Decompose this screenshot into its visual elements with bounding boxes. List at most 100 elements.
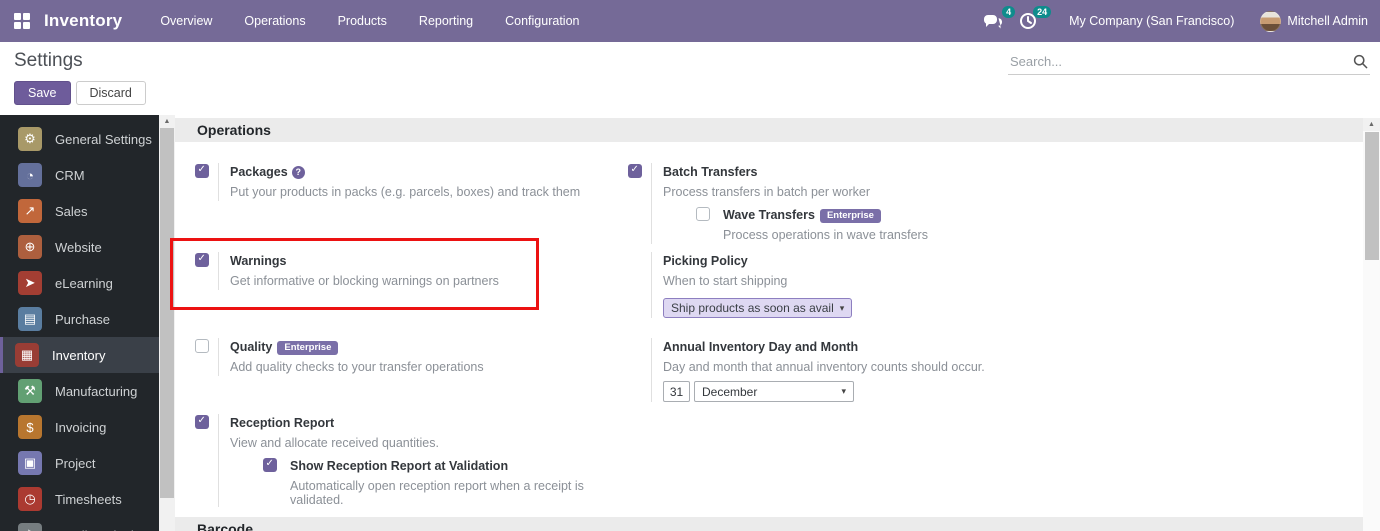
- sidebar-scrollbar[interactable]: ▲: [159, 115, 175, 531]
- sidebar-item-general-settings[interactable]: ⚙ General Settings: [0, 121, 159, 157]
- wave-transfers-desc: Process operations in wave transfers: [723, 228, 928, 242]
- globe-icon: ⊕: [18, 235, 42, 259]
- setting-picking-policy: Picking Policy When to start shipping Sh…: [628, 252, 1380, 318]
- scroll-up-icon[interactable]: ▲: [1363, 118, 1380, 131]
- sales-chart-icon: ↗: [18, 199, 42, 223]
- reception-report-label[interactable]: Reception Report: [230, 416, 334, 430]
- sidebar-item-purchase[interactable]: ▤ Purchase: [0, 301, 159, 337]
- main-scrollbar[interactable]: ▲: [1363, 118, 1380, 531]
- show-reception-report-desc: Automatically open reception report when…: [290, 479, 584, 507]
- sidebar-scroll-thumb[interactable]: [160, 128, 174, 498]
- picking-policy-select[interactable]: Ship products as soon as avail ▾: [663, 298, 853, 318]
- company-menu[interactable]: My Company (San Francisco): [1069, 14, 1234, 28]
- nav-menu: Overview Operations Products Reporting C…: [148, 8, 591, 34]
- enterprise-badge: Enterprise: [819, 208, 881, 223]
- picking-policy-label: Picking Policy: [663, 254, 748, 268]
- batch-transfers-label[interactable]: Batch Transfers: [663, 165, 757, 179]
- sidebar-item-sales[interactable]: ↗ Sales: [0, 193, 159, 229]
- sidebar-item-crm[interactable]: ◔ CRM: [0, 157, 159, 193]
- warnings-label[interactable]: Warnings: [230, 254, 286, 268]
- sidebar-item-elearning[interactable]: ➤ eLearning: [0, 265, 159, 301]
- show-reception-report-label[interactable]: Show Reception Report at Validation: [290, 459, 508, 473]
- wave-transfers-checkbox[interactable]: [696, 207, 710, 221]
- discard-button[interactable]: Discard: [75, 81, 146, 105]
- picking-policy-desc: When to start shipping: [663, 274, 788, 288]
- annual-inventory-desc: Day and month that annual inventory coun…: [663, 360, 985, 374]
- crm-icon: ◔: [18, 163, 42, 187]
- batch-transfers-checkbox[interactable]: [628, 164, 642, 178]
- setting-reception-report: Reception Report View and allocate recei…: [195, 414, 628, 507]
- help-icon[interactable]: ?: [291, 166, 305, 179]
- avatar: [1260, 10, 1282, 32]
- section-header-barcode: Barcode: [175, 517, 1363, 531]
- sidebar-item-timesheets[interactable]: ◷ Timesheets: [0, 481, 159, 517]
- packages-desc: Put your products in packs (e.g. parcels…: [230, 185, 581, 199]
- save-button[interactable]: Save: [14, 81, 71, 105]
- sidebar-item-email-marketing[interactable]: ✈Email Marketing: [0, 517, 159, 531]
- sidebar-item-manufacturing[interactable]: ⚒ Manufacturing: [0, 373, 159, 409]
- search-input[interactable]: [1008, 50, 1370, 75]
- nav-item-reporting[interactable]: Reporting: [407, 8, 485, 34]
- reception-report-desc: View and allocate received quantities.: [230, 436, 439, 450]
- chevron-down-icon: ▾: [839, 302, 845, 313]
- section-header-operations: Operations: [175, 118, 1363, 142]
- setting-show-reception-report: Show Reception Report at Validation Auto…: [263, 457, 628, 507]
- gear-icon: ⚙: [18, 127, 42, 151]
- sidebar-item-invoicing[interactable]: $ Invoicing: [0, 409, 159, 445]
- settings-main: Operations Packages? Put your products i…: [175, 115, 1380, 531]
- reception-report-checkbox[interactable]: [195, 415, 209, 429]
- setting-quality: Quality Enterprise Add quality checks to …: [195, 338, 628, 376]
- packages-checkbox[interactable]: [195, 164, 209, 178]
- elearning-icon: ➤: [18, 271, 42, 295]
- chat-bubble-icon: [984, 15, 1003, 29]
- project-icon: ▣: [18, 451, 42, 475]
- nav-item-overview[interactable]: Overview: [148, 8, 224, 34]
- show-reception-report-checkbox[interactable]: [263, 458, 277, 472]
- messages-badge: 4: [1002, 6, 1016, 18]
- nav-item-products[interactable]: Products: [326, 8, 399, 34]
- nav-item-operations[interactable]: Operations: [232, 8, 317, 34]
- app-name[interactable]: Inventory: [44, 11, 122, 31]
- stopwatch-icon: ◷: [18, 487, 42, 511]
- annual-inventory-label: Annual Inventory Day and Month: [663, 340, 859, 354]
- control-panel: Settings Save Discard: [0, 42, 1380, 115]
- wrench-icon: ⚒: [18, 379, 42, 403]
- search-box: [1008, 50, 1370, 75]
- nav-item-configuration[interactable]: Configuration: [493, 8, 591, 34]
- warnings-desc: Get informative or blocking warnings on …: [230, 274, 499, 288]
- setting-batch-transfers: Batch Transfers Process transfers in bat…: [628, 163, 1380, 244]
- sidebar-item-website[interactable]: ⊕ Website: [0, 229, 159, 265]
- paper-plane-icon: ✈: [18, 523, 42, 531]
- user-menu[interactable]: Mitchell Admin: [1260, 10, 1368, 32]
- messages-button[interactable]: 4: [983, 6, 1016, 32]
- wave-transfers-label[interactable]: Wave Transfers: [723, 208, 815, 222]
- purchase-icon: ▤: [18, 307, 42, 331]
- main-scroll-thumb[interactable]: [1364, 132, 1379, 260]
- sidebar-item-project[interactable]: ▣ Project: [0, 445, 159, 481]
- warnings-checkbox[interactable]: [195, 253, 209, 267]
- scroll-up-icon[interactable]: ▲: [159, 115, 175, 128]
- quality-label[interactable]: Quality: [230, 340, 272, 354]
- annual-inventory-month-select[interactable]: December ▾: [694, 381, 854, 402]
- activities-button[interactable]: 24: [1019, 6, 1052, 32]
- quality-desc: Add quality checks to your transfer oper…: [230, 360, 484, 374]
- user-name: Mitchell Admin: [1287, 14, 1368, 28]
- settings-sidebar: ⚙ General Settings ◔ CRM ↗ Sales ⊕ Website ➤…: [0, 115, 175, 531]
- sidebar-item-inventory[interactable]: ▦ Inventory: [0, 337, 159, 373]
- chevron-down-icon: ▾: [841, 386, 846, 396]
- setting-annual-inventory: Annual Inventory Day and Month Day and m…: [628, 338, 1380, 402]
- apps-grid-icon[interactable]: [14, 13, 30, 29]
- search-icon[interactable]: [1353, 54, 1368, 69]
- top-navbar: Inventory Overview Operations Products R…: [0, 0, 1380, 42]
- activities-badge: 24: [1033, 6, 1052, 18]
- enterprise-badge: Enterprise: [277, 340, 339, 355]
- setting-packages: Packages? Put your products in packs (e.…: [195, 163, 628, 201]
- annual-inventory-day-input[interactable]: [663, 381, 690, 402]
- packages-label[interactable]: Packages: [230, 165, 288, 179]
- setting-wave-transfers: Wave Transfers Enterprise Process operati…: [696, 206, 928, 244]
- setting-warnings: Warnings Get informative or blocking war…: [195, 252, 628, 290]
- inventory-icon: ▦: [15, 343, 39, 367]
- invoice-icon: $: [18, 415, 42, 439]
- batch-transfers-desc: Process transfers in batch per worker: [663, 185, 871, 199]
- quality-checkbox[interactable]: [195, 339, 209, 353]
